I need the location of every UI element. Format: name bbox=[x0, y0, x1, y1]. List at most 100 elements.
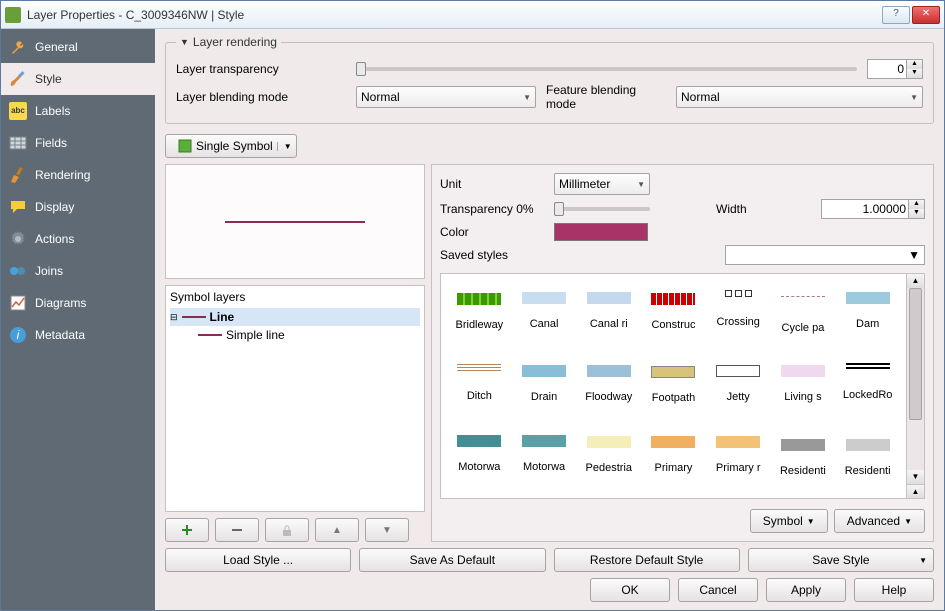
symbol-type-combo[interactable]: Single Symbol ▼ bbox=[165, 134, 297, 158]
save-default-button[interactable]: Save As Default bbox=[359, 548, 545, 572]
apply-button[interactable]: Apply bbox=[766, 578, 846, 602]
load-style-button[interactable]: Load Style ... bbox=[165, 548, 351, 572]
lock-layer-button[interactable] bbox=[265, 518, 309, 542]
gallery-item[interactable]: Canal ri bbox=[576, 290, 641, 339]
help-titlebar-button[interactable]: ? bbox=[882, 6, 910, 24]
transparency-input[interactable] bbox=[868, 60, 906, 78]
gallery-item[interactable]: Floodway bbox=[576, 363, 641, 409]
gallery-item-label: Floodway bbox=[580, 391, 638, 403]
scroll-down-icon[interactable]: ▼ bbox=[907, 470, 924, 484]
sidebar-item-labels[interactable]: abc Labels bbox=[1, 95, 155, 127]
gallery-item[interactable]: Bridleway bbox=[447, 290, 512, 339]
ok-button[interactable]: OK bbox=[590, 578, 670, 602]
triangle-up-icon: ▲ bbox=[332, 525, 342, 536]
gallery-item[interactable]: Jetty bbox=[706, 363, 771, 409]
restore-default-button[interactable]: Restore Default Style bbox=[554, 548, 740, 572]
window-title: Layer Properties - C_3009346NW | Style bbox=[27, 8, 880, 22]
layer-blend-combo[interactable]: Normal▼ bbox=[356, 86, 536, 108]
gallery-item[interactable]: Footpath bbox=[641, 363, 706, 409]
tree-root-line[interactable]: ⊟ Line bbox=[170, 308, 420, 326]
feature-blend-combo[interactable]: Normal▼ bbox=[676, 86, 923, 108]
paintbrush-icon bbox=[9, 166, 27, 184]
advanced-menu-button[interactable]: Advanced ▼ bbox=[834, 509, 925, 533]
gallery-item-label: Canal bbox=[515, 318, 573, 330]
dialog-window: Layer Properties - C_3009346NW | Style ?… bbox=[0, 0, 945, 611]
sidebar-item-general[interactable]: General bbox=[1, 31, 155, 63]
gallery-item[interactable]: Canal bbox=[512, 290, 577, 339]
symbol-menu-button[interactable]: Symbol ▼ bbox=[750, 509, 828, 533]
move-down-button[interactable]: ▼ bbox=[365, 518, 409, 542]
save-style-button[interactable]: Save Style▼ bbox=[748, 548, 934, 572]
remove-layer-button[interactable] bbox=[215, 518, 259, 542]
gallery-item-label: Crossing bbox=[709, 316, 767, 328]
help-button[interactable]: Help bbox=[854, 578, 934, 602]
width-input[interactable] bbox=[822, 200, 908, 218]
collapse-icon[interactable]: ▼ bbox=[180, 37, 189, 47]
scroll-thumb[interactable] bbox=[909, 288, 922, 420]
gallery-item[interactable]: LockedRo bbox=[835, 363, 900, 409]
swatch bbox=[781, 439, 825, 451]
spin-up-icon[interactable]: ▲ bbox=[907, 484, 924, 498]
gallery-item[interactable]: Living s bbox=[771, 363, 836, 409]
gallery-item-label: Primary r bbox=[709, 462, 767, 474]
color-label: Color bbox=[440, 225, 546, 239]
titlebar: Layer Properties - C_3009346NW | Style ?… bbox=[1, 1, 944, 29]
gallery-item[interactable]: Cycle pa bbox=[771, 290, 836, 339]
gallery-scrollbar[interactable]: ▲ ▼ ▲ bbox=[906, 274, 924, 498]
sidebar-item-fields[interactable]: Fields bbox=[1, 127, 155, 159]
swatch bbox=[457, 364, 501, 376]
gear-icon bbox=[9, 230, 27, 248]
close-titlebar-button[interactable]: ✕ bbox=[912, 6, 940, 24]
gallery-item[interactable]: Ditch bbox=[447, 363, 512, 409]
sidebar-item-display[interactable]: Display bbox=[1, 191, 155, 223]
sidebar-item-actions[interactable]: Actions bbox=[1, 223, 155, 255]
sidebar-item-metadata[interactable]: i Metadata bbox=[1, 319, 155, 351]
gallery-item[interactable]: Motorwa bbox=[447, 434, 512, 482]
gallery-item-label: Motorwa bbox=[450, 461, 508, 473]
sidebar-item-label: Joins bbox=[35, 264, 63, 278]
width-spinbox[interactable]: ▲▼ bbox=[821, 199, 925, 219]
saved-styles-combo[interactable]: ▼ bbox=[725, 245, 925, 265]
joins-icon bbox=[9, 262, 27, 280]
spin-up-icon[interactable]: ▲ bbox=[908, 200, 924, 209]
gallery-item[interactable]: Residenti bbox=[771, 434, 836, 482]
add-layer-button[interactable] bbox=[165, 518, 209, 542]
sidebar-item-label: Fields bbox=[35, 136, 67, 150]
scroll-up-icon[interactable]: ▲ bbox=[907, 274, 924, 288]
gallery-item[interactable]: Pedestria bbox=[576, 434, 641, 482]
spin-up-icon[interactable]: ▲ bbox=[906, 60, 922, 69]
sidebar-item-joins[interactable]: Joins bbox=[1, 255, 155, 287]
gallery-item[interactable]: Construc bbox=[641, 290, 706, 339]
speech-icon bbox=[9, 198, 27, 216]
tree-child-simple-line[interactable]: Simple line bbox=[170, 326, 420, 344]
gallery-item[interactable]: Residenti bbox=[835, 434, 900, 482]
group-title: Layer rendering bbox=[193, 35, 277, 49]
sidebar-item-rendering[interactable]: Rendering bbox=[1, 159, 155, 191]
symbol-transparency-slider[interactable] bbox=[554, 207, 650, 211]
gallery-item[interactable]: Motorwa bbox=[512, 434, 577, 482]
spin-down-icon[interactable]: ▼ bbox=[906, 69, 922, 78]
blend-label: Layer blending mode bbox=[176, 90, 346, 104]
swatch bbox=[587, 292, 631, 304]
gallery-item[interactable]: Primary r bbox=[706, 434, 771, 482]
symbol-layers-tree[interactable]: ⊟ Line Simple line bbox=[170, 308, 420, 344]
table-icon bbox=[9, 134, 27, 152]
sidebar-item-diagrams[interactable]: Diagrams bbox=[1, 287, 155, 319]
gallery-item[interactable]: Crossing bbox=[706, 290, 771, 339]
gallery-item-label: Dam bbox=[839, 318, 897, 330]
cancel-button[interactable]: Cancel bbox=[678, 578, 758, 602]
swatch bbox=[846, 363, 890, 375]
gallery-item[interactable]: Dam bbox=[835, 290, 900, 339]
gallery-item-label: Canal ri bbox=[580, 318, 638, 330]
sidebar-item-style[interactable]: Style bbox=[1, 63, 155, 95]
transparency-spinbox[interactable]: ▲▼ bbox=[867, 59, 923, 79]
move-up-button[interactable]: ▲ bbox=[315, 518, 359, 542]
color-button[interactable] bbox=[554, 223, 648, 241]
spin-down-icon[interactable]: ▼ bbox=[908, 209, 924, 218]
sidebar-item-label: General bbox=[35, 40, 78, 54]
unit-combo[interactable]: Millimeter▼ bbox=[554, 173, 650, 195]
gallery-item[interactable]: Primary bbox=[641, 434, 706, 482]
gallery-item[interactable]: Drain bbox=[512, 363, 577, 409]
swatch bbox=[522, 435, 566, 447]
transparency-slider[interactable] bbox=[356, 67, 857, 71]
